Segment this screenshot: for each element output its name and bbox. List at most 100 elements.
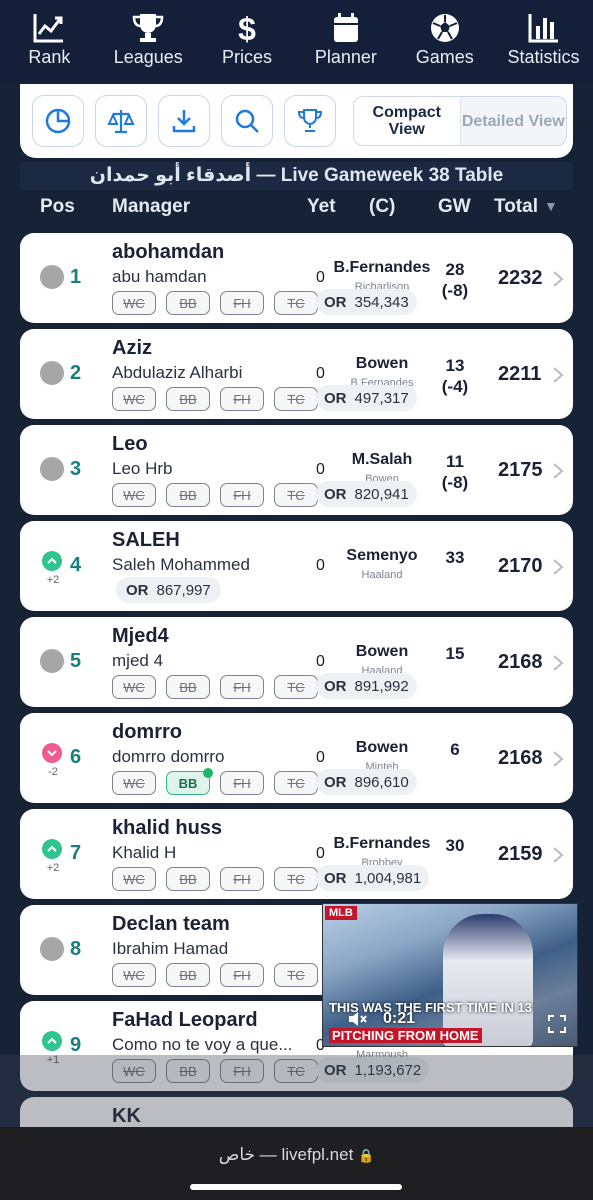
- chip-label: BB: [179, 391, 197, 407]
- chevron-right-icon[interactable]: [551, 269, 565, 289]
- video-player[interactable]: MLB THIS WAS THE FIRST TIME IN 13 0:21 P…: [322, 903, 578, 1047]
- nav-games[interactable]: Games: [397, 12, 493, 68]
- rank-unchanged-icon: [40, 457, 64, 481]
- mute-icon[interactable]: [347, 1010, 367, 1028]
- chip-label: FH: [233, 295, 251, 311]
- chip-label: BB: [179, 295, 197, 311]
- nav-leagues-label: Leagues: [113, 47, 183, 67]
- total-points: 2170: [498, 555, 543, 577]
- video-time: 0:21: [383, 1010, 416, 1027]
- scales-icon: [107, 110, 135, 134]
- nav-games-label: Games: [415, 47, 474, 67]
- header-yet[interactable]: Yet: [307, 196, 336, 218]
- mlb-badge: MLB: [325, 906, 357, 920]
- fullscreen-icon[interactable]: [547, 1014, 567, 1034]
- total-points: 2175: [498, 459, 543, 481]
- chevron-right-icon[interactable]: [551, 653, 565, 673]
- nav-rank-label: Rank: [28, 47, 71, 67]
- gw-hit: (-8): [441, 281, 469, 300]
- table-row[interactable]: 1 abohamdan abu hamdan WC BB FH TC 0 B.Fernandes…: [20, 233, 573, 323]
- team-name: domrro: [112, 721, 182, 743]
- nav-prices[interactable]: $ Prices: [199, 12, 295, 68]
- url-display[interactable]: خاص — livefpl.net 🔒: [0, 1145, 593, 1165]
- download-button[interactable]: [158, 95, 210, 147]
- chip-list: WC BB FH TC: [112, 867, 328, 891]
- table-row[interactable]: -2 6 domrro domrro domrro WC BB FH TC 0 Bowen Mint…: [20, 713, 573, 803]
- chip-list: WC BB FH TC: [112, 483, 328, 507]
- header-captain[interactable]: (C): [369, 196, 395, 218]
- nav-statistics[interactable]: Statistics: [496, 12, 592, 68]
- chip-label: TC: [287, 871, 305, 887]
- chip-list: WC BB FH TC: [112, 768, 328, 795]
- team-name: abohamdan: [112, 241, 225, 263]
- chevron-right-icon[interactable]: [551, 557, 565, 577]
- gameweek-points: 15: [432, 643, 478, 664]
- trophy-icon: [132, 14, 164, 42]
- table-row[interactable]: 2 Aziz Abdulaziz Alharbi WC BB FH TC 0 Bowen B.Fe…: [20, 329, 573, 419]
- chip-wc: WC: [112, 387, 156, 411]
- chevron-right-icon[interactable]: [551, 365, 565, 385]
- manager-name: Leo Hrb: [112, 459, 173, 478]
- nav-leagues[interactable]: Leagues: [100, 12, 196, 68]
- overall-rank-badge: OR 497,317: [316, 385, 417, 411]
- header-manager[interactable]: Manager: [112, 196, 190, 218]
- manager-name: Abdulaziz Alharbi: [112, 363, 243, 382]
- chip-fh: FH: [220, 867, 264, 891]
- chip-fh: FH: [220, 675, 264, 699]
- header-total[interactable]: Total: [494, 196, 538, 218]
- trophy-button[interactable]: [284, 95, 336, 147]
- chevron-right-icon[interactable]: [551, 461, 565, 481]
- compare-button[interactable]: [95, 95, 147, 147]
- rank-up-icon: [42, 839, 62, 859]
- header-pos[interactable]: Pos: [40, 196, 75, 218]
- soccer-ball-icon: [430, 14, 459, 42]
- view-toggle: Compact View Detailed View: [353, 96, 567, 146]
- search-icon: [235, 109, 259, 133]
- or-label: OR: [324, 677, 347, 695]
- table-row[interactable]: 5 Mjed4 mjed 4 WC BB FH TC 0 Bowen Haaland OR 891,9…: [20, 617, 573, 707]
- total-points: 2211: [498, 363, 542, 385]
- detailed-view-option[interactable]: Detailed View: [459, 97, 566, 145]
- sort-desc-icon[interactable]: ▼: [544, 198, 558, 214]
- calendar-icon: [333, 13, 358, 42]
- total-points: 2232: [498, 267, 543, 289]
- or-label: OR: [126, 581, 149, 599]
- overall-rank-value: 497,317: [354, 389, 409, 407]
- chart-button[interactable]: [32, 95, 84, 147]
- search-button[interactable]: [221, 95, 273, 147]
- chevron-right-icon[interactable]: [551, 845, 565, 865]
- gw-score: 15: [445, 644, 465, 663]
- position-number: 2: [70, 362, 82, 384]
- chip-tc: TC: [274, 771, 318, 795]
- chip-label: FH: [233, 871, 251, 887]
- table-row[interactable]: +2 7 khalid huss Khalid H WC BB FH TC 0 B.Fernand…: [20, 809, 573, 899]
- overall-rank-value: 891,992: [354, 677, 409, 695]
- bar-chart-icon: [528, 14, 558, 43]
- gw-score: 11: [446, 452, 464, 471]
- table-row[interactable]: 3 Leo Leo Hrb WC BB FH TC 0 M.Salah Bowen OR 820,94…: [20, 425, 573, 515]
- nav-rank[interactable]: Rank: [1, 12, 97, 68]
- chip-label: WC: [123, 679, 145, 695]
- header-gw[interactable]: GW: [438, 196, 471, 218]
- gameweek-points: 6: [432, 739, 478, 760]
- overall-rank-value: 896,610: [354, 773, 409, 791]
- gw-score: 6: [450, 740, 460, 759]
- nav-planner[interactable]: Planner: [298, 12, 394, 68]
- position-number: 1: [70, 266, 82, 288]
- compact-view-option[interactable]: Compact View: [354, 97, 460, 145]
- position-number: 4: [70, 554, 82, 576]
- overall-rank-badge: OR 896,610: [316, 769, 417, 795]
- chip-label: FH: [233, 967, 251, 983]
- position-number: 5: [70, 650, 82, 672]
- gw-score: 30: [445, 836, 465, 855]
- team-name: Leo: [112, 433, 148, 455]
- manager-name: Khalid H: [112, 843, 177, 862]
- chip-bb: BB: [166, 291, 210, 315]
- chevron-right-icon[interactable]: [551, 749, 565, 769]
- rank-unchanged-icon: [40, 361, 64, 385]
- chip-label: BB: [179, 871, 197, 887]
- rank-delta: +2: [46, 574, 60, 586]
- table-row[interactable]: +2 4 SALEH Saleh Mohammed 0 Semenyo Haaland OR 8…: [20, 521, 573, 611]
- or-label: OR: [324, 389, 347, 407]
- home-indicator[interactable]: [190, 1184, 402, 1190]
